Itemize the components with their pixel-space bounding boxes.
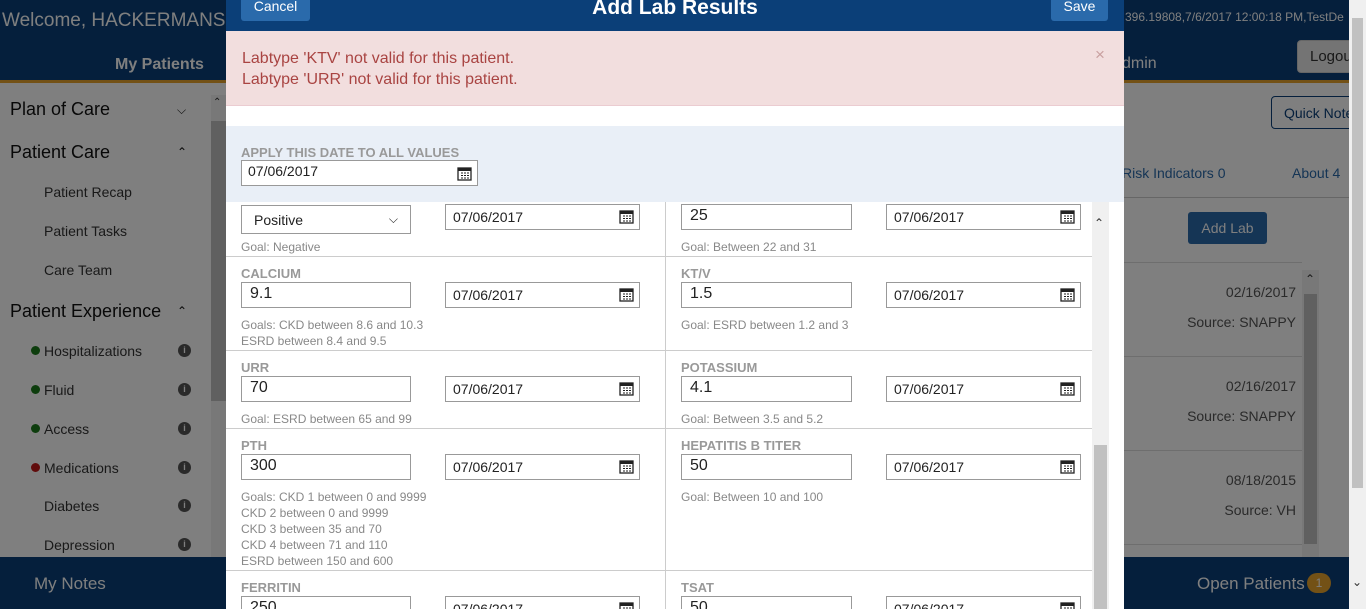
row-divider <box>226 570 1092 571</box>
lab-name-calcium: CALCIUM <box>241 266 301 281</box>
result-select-value: Positive <box>254 212 304 228</box>
goal-line: ESRD between 8.4 and 9.5 <box>241 334 387 348</box>
save-button[interactable]: Save <box>1051 0 1108 21</box>
date-value: 07/06/2017 <box>894 287 965 303</box>
add-lab-results-dialog: Add Lab Results Cancel Save Labtype 'KTV… <box>226 0 1124 609</box>
row-divider <box>226 350 1092 351</box>
row-divider <box>226 428 1092 429</box>
date-field[interactable]: 07/06/2017 <box>445 204 640 230</box>
value-field[interactable]: 1.5 <box>681 282 852 308</box>
error-message: Labtype 'KTV' not valid for this patient… <box>242 50 515 67</box>
cancel-button[interactable]: Cancel <box>241 0 310 21</box>
goal-line: CKD 2 between 0 and 9999 <box>241 506 389 520</box>
window-scrollbar[interactable]: ⌄ <box>1349 0 1366 609</box>
date-value: 07/06/2017 <box>453 381 524 397</box>
value-field[interactable]: 4.1 <box>681 376 852 402</box>
apply-date-label: APPLY THIS DATE TO ALL VALUES <box>241 145 460 160</box>
goal-text: Goal: Negative <box>241 240 321 254</box>
date-field[interactable]: 07/06/2017 <box>445 376 640 402</box>
date-value: 07/06/2017 <box>894 209 965 225</box>
lab-name-urr: URR <box>241 360 270 375</box>
goal-text: Goal: Between 10 and 100 <box>681 490 824 504</box>
goal-line: Goals: CKD 1 between 0 and 9999 <box>241 490 427 504</box>
apply-date-section: APPLY THIS DATE TO ALL VALUES 07/06/2017 <box>226 126 1124 202</box>
lab-name-ktv: KT/V <box>681 266 711 281</box>
calendar-icon[interactable] <box>1060 381 1075 396</box>
date-field[interactable]: 07/06/2017 <box>886 204 1081 230</box>
calendar-icon[interactable] <box>1060 601 1075 609</box>
column-divider <box>665 202 666 609</box>
date-value: 07/06/2017 <box>453 601 524 609</box>
value-field[interactable]: 50 <box>681 596 852 609</box>
date-field[interactable]: 07/06/2017 <box>445 282 640 308</box>
value-field[interactable]: 70 <box>241 376 411 402</box>
date-value: 07/06/2017 <box>894 459 965 475</box>
date-value: 07/06/2017 <box>453 209 524 225</box>
calendar-icon[interactable] <box>619 601 634 609</box>
date-field[interactable]: 07/06/2017 <box>445 596 640 609</box>
date-field[interactable]: 07/06/2017 <box>445 454 640 480</box>
calendar-icon[interactable] <box>1060 209 1075 224</box>
lab-name-hepatitis-b-titer: HEPATITIS B TITER <box>681 438 802 453</box>
error-message: Labtype 'URR' not valid for this patient… <box>242 71 518 88</box>
value-field[interactable]: 50 <box>681 454 852 480</box>
date-value: 07/06/2017 <box>453 459 524 475</box>
calendar-icon[interactable] <box>457 166 472 181</box>
calendar-icon[interactable] <box>1060 459 1075 474</box>
scrollbar-thumb[interactable] <box>1352 18 1363 488</box>
date-field[interactable]: 07/06/2017 <box>886 282 1081 308</box>
apply-date-input[interactable]: 07/06/2017 <box>241 160 478 186</box>
lab-name-potassium: POTASSIUM <box>681 360 758 375</box>
goal-line: CKD 3 between 35 and 70 <box>241 522 382 536</box>
lab-name-pth: PTH <box>241 438 267 453</box>
value-field[interactable]: 9.1 <box>241 282 411 308</box>
error-alert: Labtype 'KTV' not valid for this patient… <box>226 31 1124 106</box>
scrollbar-thumb[interactable] <box>1094 445 1107 609</box>
goal-text: Goals: CKD between 8.6 and 10.3 ESRD betw… <box>241 317 423 349</box>
date-value: 07/06/2017 <box>894 381 965 397</box>
goal-line: CKD 4 between 71 and 110 <box>241 538 388 552</box>
goal-text: Goal: Between 3.5 and 5.2 <box>681 412 824 426</box>
value-field[interactable]: 300 <box>241 454 411 480</box>
goal-text: Goal: ESRD between 1.2 and 3 <box>681 318 849 332</box>
lab-values-grid: Positive ⌵ 07/06/2017 Goal: Negative 25 0… <box>226 202 1092 609</box>
date-value: 07/06/2017 <box>453 287 524 303</box>
calendar-icon[interactable] <box>619 209 634 224</box>
grid-scrollbar[interactable]: ⌃ <box>1092 202 1109 609</box>
apply-date-value: 07/06/2017 <box>248 163 319 179</box>
date-field[interactable]: 07/06/2017 <box>886 596 1081 609</box>
date-field[interactable]: 07/06/2017 <box>886 376 1081 402</box>
date-field[interactable]: 07/06/2017 <box>886 454 1081 480</box>
calendar-icon[interactable] <box>619 459 634 474</box>
calendar-icon[interactable] <box>619 287 634 302</box>
goal-text: Goal: ESRD between 65 and 99 <box>241 412 412 426</box>
goal-text: Goal: Between 22 and 31 <box>681 240 817 254</box>
date-value: 07/06/2017 <box>894 601 965 609</box>
modal-title: Add Lab Results <box>592 0 758 19</box>
lab-name-tsat: TSAT <box>681 580 714 595</box>
value-field[interactable]: 25 <box>681 204 852 230</box>
result-select[interactable]: Positive ⌵ <box>241 205 411 234</box>
close-icon[interactable]: × <box>1095 45 1105 65</box>
value-field[interactable]: 250 <box>241 596 411 609</box>
lab-name-ferritin: FERRITIN <box>241 580 301 595</box>
scroll-down-arrow-icon[interactable]: ⌄ <box>1352 575 1362 589</box>
goal-text: Goals: CKD 1 between 0 and 9999 CKD 2 bet… <box>241 489 426 569</box>
calendar-icon[interactable] <box>1060 287 1075 302</box>
calendar-icon[interactable] <box>619 381 634 396</box>
chevron-down-icon: ⌵ <box>388 212 398 226</box>
goal-line: ESRD between 150 and 600 <box>241 554 394 568</box>
row-divider <box>226 256 1092 257</box>
goal-line: Goals: CKD between 8.6 and 10.3 <box>241 318 424 332</box>
scroll-up-arrow-icon[interactable]: ⌃ <box>1094 216 1104 230</box>
